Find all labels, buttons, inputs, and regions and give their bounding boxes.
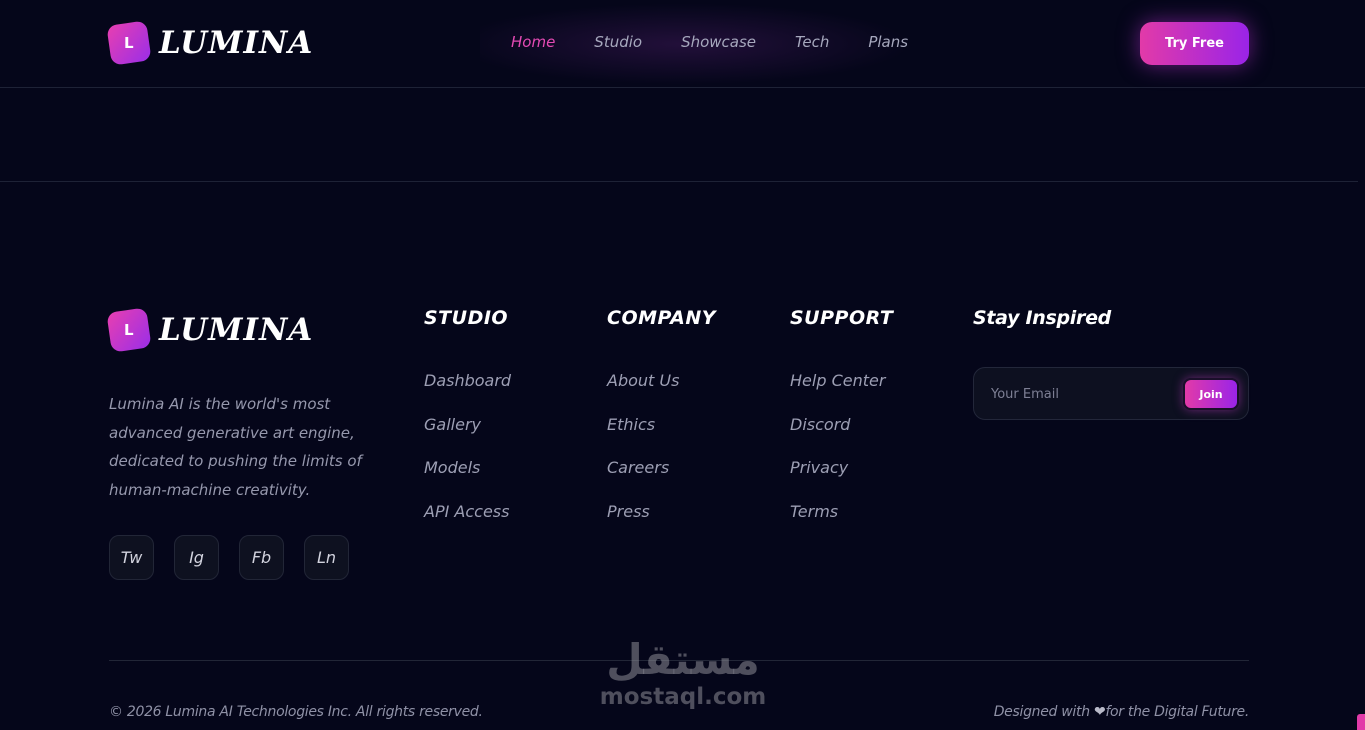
nav-link-home[interactable]: Home: [511, 33, 555, 51]
designed-with-text: Designed with ❤for the Digital Future.: [993, 704, 1250, 720]
social-linkedin-button[interactable]: Ln: [304, 535, 349, 580]
footer-divider: [109, 660, 1249, 661]
social-twitter-button[interactable]: Tw: [109, 535, 154, 580]
footer-link-dashboard[interactable]: Dashboard: [424, 371, 511, 415]
footer-link-about-us[interactable]: About Us: [607, 371, 716, 415]
nav-link-plans[interactable]: Plans: [868, 33, 908, 51]
footer-link-api-access[interactable]: API Access: [424, 502, 511, 546]
footer-link-models[interactable]: Models: [424, 458, 511, 502]
social-facebook-button[interactable]: Fb: [239, 535, 284, 580]
heart-icon: ❤: [1093, 704, 1106, 720]
social-links: Tw Ig Fb Ln: [109, 535, 369, 580]
nav-links: Home Studio Showcase Tech Plans: [511, 33, 947, 51]
footer-link-privacy[interactable]: Privacy: [790, 458, 893, 502]
footer-column-support: SUPPORT Help Center Discord Privacy Term…: [790, 307, 893, 546]
newsletter-form: Join: [973, 367, 1249, 420]
logo-mark-icon: L: [106, 307, 152, 353]
copyright-text: © 2026 Lumina AI Technologies Inc. All r…: [109, 704, 483, 720]
logo-text: LUMINA: [159, 25, 314, 61]
footer-link-press[interactable]: Press: [607, 502, 716, 546]
newsletter-title: Stay Inspired: [973, 307, 1111, 329]
mostaql-watermark: مستقل mostaql.com: [598, 636, 768, 711]
designed-prefix: Designed with: [993, 704, 1090, 720]
footer-description: Lumina AI is the world's most advanced g…: [109, 395, 362, 500]
logo-text: LUMINA: [159, 312, 314, 348]
scroll-indicator[interactable]: [1357, 714, 1365, 730]
column-links: About Us Ethics Careers Press: [607, 371, 716, 546]
column-title: SUPPORT: [790, 307, 894, 329]
join-button[interactable]: Join: [1183, 378, 1239, 410]
footer-link-gallery[interactable]: Gallery: [424, 415, 511, 459]
top-navbar: L LUMINA Home Studio Showcase Tech Plans…: [0, 0, 1365, 88]
nav-link-tech[interactable]: Tech: [795, 33, 829, 51]
footer-column-company: COMPANY About Us Ethics Careers Press: [607, 307, 716, 546]
section-divider: [0, 181, 1358, 182]
watermark-latin: mostaql.com: [599, 684, 767, 710]
email-input[interactable]: [991, 383, 1141, 405]
column-title: COMPANY: [607, 307, 717, 329]
nav-link-studio[interactable]: Studio: [594, 33, 642, 51]
footer-link-help-center[interactable]: Help Center: [790, 371, 893, 415]
column-links: Help Center Discord Privacy Terms: [790, 371, 893, 546]
designed-suffix: for the Digital Future.: [1105, 704, 1249, 720]
nav-link-showcase[interactable]: Showcase: [681, 33, 756, 51]
column-title: STUDIO: [424, 307, 509, 329]
footer-link-careers[interactable]: Careers: [607, 458, 716, 502]
footer-link-terms[interactable]: Terms: [790, 502, 893, 546]
footer-column-studio: STUDIO Dashboard Gallery Models API Acce…: [424, 307, 511, 546]
try-free-button[interactable]: Try Free: [1140, 22, 1249, 65]
footer-logo[interactable]: L LUMINA: [106, 307, 314, 353]
header-logo[interactable]: L LUMINA: [106, 20, 314, 66]
newsletter-section: Stay Inspired: [973, 307, 1111, 333]
footer-link-ethics[interactable]: Ethics: [607, 415, 716, 459]
logo-mark-icon: L: [106, 20, 152, 66]
column-links: Dashboard Gallery Models API Access: [424, 371, 511, 546]
social-instagram-button[interactable]: Ig: [174, 535, 219, 580]
footer-link-discord[interactable]: Discord: [790, 415, 893, 459]
